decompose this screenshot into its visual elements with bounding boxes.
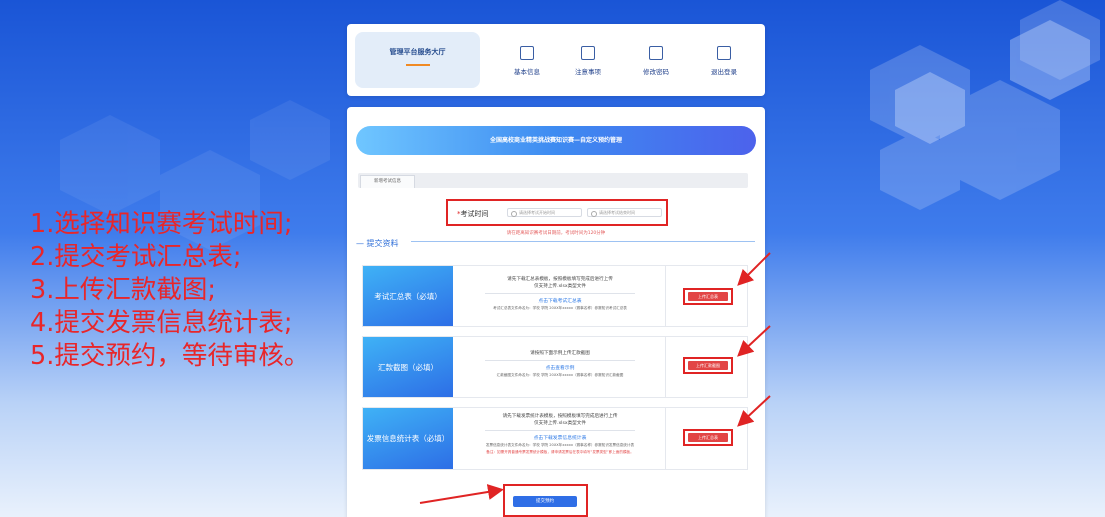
download-invoice-template-link[interactable]: 点击下载发票信息统计表	[455, 434, 665, 441]
row-desc-line: 仅支持上传.xlsx类型文件	[534, 284, 586, 289]
id-card-icon	[520, 46, 534, 60]
nav-home-title: 管理平台服务大厅	[389, 48, 446, 56]
download-template-link[interactable]: 点击下载考试汇总表	[455, 297, 665, 304]
submit-highlight: 提交预约	[503, 484, 588, 517]
file-naming-note: 汇款截图文件命名为：学校 学院 20XX年xxxxx（赛事名称）参赛知识汇款截图	[496, 373, 624, 377]
exam-time-highlight: *考试时间 请选择考试开始时间 请选择考试结束时间	[446, 199, 668, 226]
submit-booking-button[interactable]: 提交预约	[513, 496, 577, 507]
exam-start-time-input[interactable]: 请选择考试开始时间	[507, 208, 582, 217]
file-naming-note: 发票信息统计表文件命名为：学校 学院 20XX年xxxxx（赛事名称）参赛知识发…	[485, 443, 635, 447]
row-description: 请按照下面示例上传汇款截图 点击查看示例 汇款截图文件命名为：学校 学院 20X…	[455, 337, 665, 397]
tab-new-exam-info[interactable]: 新增考试信息	[360, 175, 415, 188]
upload-row-invoice: 发票信息统计表（必填） 请先下载发票统计表模板，按照模板填写完成后进行上传 仅支…	[362, 407, 748, 470]
upload-highlight: 上传汇款截图	[683, 357, 733, 374]
invoice-remark: 备注：如需开具普通专票发票统计模板，请申请发票后在表中填写“发票类型”即上面的模…	[486, 450, 634, 454]
divider	[485, 360, 635, 361]
exam-end-time-input[interactable]: 请选择考试结束时间	[587, 208, 662, 217]
row-desc-line: 请先下载汇总表模板，按照模板填写完成后进行上传	[507, 277, 613, 282]
nav-item-basic-info[interactable]: 基本信息	[507, 46, 547, 76]
upload-row-exam-summary: 考试汇总表（必填） 请先下载汇总表模板，按照模板填写完成后进行上传 仅支持上传.…	[362, 265, 748, 327]
page-banner: 全国高校商业精英挑战赛知识赛—自定义预约管理	[356, 126, 756, 155]
row-label: 汇款截图（必填）	[363, 337, 453, 397]
row-desc-line: 仅支持上传.xlsx类型文件	[534, 421, 586, 426]
row-label: 考试汇总表（必填）	[363, 266, 453, 326]
nav-home-tab[interactable]: 管理平台服务大厅	[355, 32, 480, 88]
nav-item-label: 基本信息	[514, 68, 540, 76]
logout-icon	[717, 46, 731, 60]
calendar-note-icon	[581, 46, 595, 60]
booking-form-card: 全国高校商业精英挑战赛知识赛—自定义预约管理 新增考试信息 *考试时间 请选择考…	[347, 107, 765, 517]
instruction-step-1: 1.选择知识赛考试时间;	[30, 209, 293, 239]
row-desc-line: 请按照下面示例上传汇款截图	[530, 351, 590, 356]
nav-item-label: 修改密码	[643, 68, 669, 76]
exam-time-hint: 请在距离知识赛考试日期前，考试时间为120分钟	[506, 231, 606, 236]
nav-item-label: 注意事项	[575, 68, 601, 76]
tab-strip: 新增考试信息	[358, 173, 748, 188]
upload-highlight: 上传汇总表	[683, 288, 733, 305]
upload-summary-button[interactable]: 上传汇总表	[688, 292, 728, 301]
divider	[665, 266, 666, 326]
row-label: 发票信息统计表（必填）	[363, 408, 453, 469]
active-indicator	[405, 64, 430, 66]
nav-item-label: 退出登录	[711, 68, 737, 76]
nav-item-logout[interactable]: 退出登录	[704, 46, 744, 76]
instruction-step-4: 4.提交发票信息统计表;	[30, 308, 293, 338]
upload-highlight: 上传汇总表	[683, 429, 733, 446]
divider	[485, 293, 635, 294]
edit-icon	[649, 46, 663, 60]
instruction-step-2: 2.提交考试汇总表;	[30, 242, 242, 272]
row-desc-line: 请先下载发票统计表模板，按照模板填写完成后进行上传	[502, 414, 618, 419]
upload-remittance-button[interactable]: 上传汇款截图	[688, 361, 728, 370]
divider	[665, 408, 666, 469]
file-naming-note: 考试汇总表文件命名为：学校 学院 20XX年xxxxx（赛事名称）参赛知识考试汇…	[493, 306, 627, 310]
nav-item-change-password[interactable]: 修改密码	[636, 46, 676, 76]
section-title: — 提交资料	[356, 239, 399, 248]
instruction-steps: 1.选择知识赛考试时间; 2.提交考试汇总表; 3.上传汇款截图; 4.提交发票…	[30, 208, 309, 373]
upload-row-remittance: 汇款截图（必填） 请按照下面示例上传汇款截图 点击查看示例 汇款截图文件命名为：…	[362, 336, 748, 398]
instruction-step-3: 3.上传汇款截图;	[30, 275, 216, 305]
row-description: 请先下载发票统计表模板，按照模板填写完成后进行上传 仅支持上传.xlsx类型文件…	[455, 408, 665, 469]
top-nav: 管理平台服务大厅 基本信息 注意事项 修改密码 退出登录	[347, 24, 765, 96]
nav-item-notes[interactable]: 注意事项	[568, 46, 608, 76]
row-description: 请先下载汇总表模板，按照模板填写完成后进行上传 仅支持上传.xlsx类型文件 点…	[455, 266, 665, 326]
divider	[485, 430, 635, 431]
exam-time-label: *考试时间	[457, 210, 489, 218]
instruction-step-5: 5.提交预约，等待审核。	[30, 341, 310, 371]
upload-invoice-button[interactable]: 上传汇总表	[688, 433, 728, 442]
section-divider	[411, 241, 755, 242]
view-example-link[interactable]: 点击查看示例	[455, 364, 665, 371]
divider	[665, 337, 666, 397]
